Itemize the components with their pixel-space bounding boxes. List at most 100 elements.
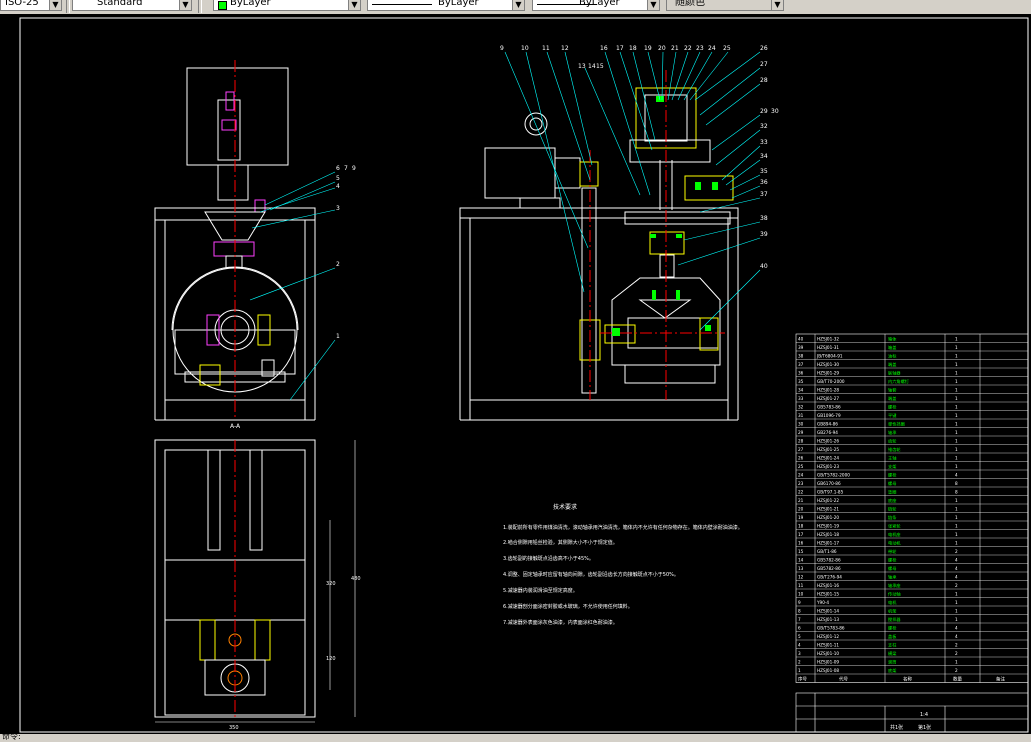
bom-cell-code: GB/T70-2000 (817, 379, 845, 384)
part-label: 23 (696, 45, 704, 52)
bom-cell-no: 14 (798, 558, 804, 563)
bom-cell-no: 32 (798, 405, 804, 410)
part-label: 29 (760, 108, 768, 115)
title-sheets: 共1张 (890, 724, 903, 731)
part-label: 22 (684, 45, 692, 52)
bom-cell-name: 弹性挡圈 (888, 421, 905, 428)
bom-cell-qty: 2 (955, 583, 958, 588)
part-number-labels: 9 10 11 12 13 14 15 16 17 18 19 20 21 22… (336, 45, 779, 340)
linetype-preview-icon (372, 4, 432, 5)
bom-cell-no: 24 (798, 473, 804, 478)
bom-cell-name: 端盖 (888, 361, 896, 368)
bom-cell-no: 6 (798, 626, 801, 631)
part-label: 11 (542, 45, 550, 52)
bom-cell-name: 张紧轮 (888, 523, 901, 530)
bom-cell-name: 支柱 (888, 642, 897, 649)
textstyle-value: Standard (97, 0, 143, 8)
bom-cell-code: GB894-86 (817, 422, 838, 427)
bom-cell-name: 螺栓 (888, 472, 897, 479)
bom-cell-qty: 1 (955, 617, 958, 622)
part-label: 39 (760, 231, 768, 238)
bom-cell-name: 螺栓 (888, 557, 897, 564)
chevron-down-icon[interactable]: ▼ (512, 0, 524, 10)
chevron-down-icon[interactable]: ▼ (348, 0, 360, 10)
bom-cell-code: HZSJ01-15 (817, 592, 839, 597)
bom-cell-no: 37 (798, 362, 804, 367)
plotstyle-value: 随颜色 (675, 0, 705, 8)
bom-cell-name: 垫圈 (888, 489, 896, 496)
part-label: 25 (723, 45, 731, 52)
bom-cell-qty: 2 (955, 668, 958, 673)
bom-cell-no: 28 (798, 439, 804, 444)
bom-cell-no: 21 (798, 498, 804, 503)
bom-cell-code: HZSJ01-22 (817, 498, 839, 503)
bom-cell-qty: 1 (955, 532, 958, 537)
chevron-down-icon[interactable]: ▼ (771, 0, 783, 10)
bom-cell-no: 39 (798, 345, 804, 350)
bom-cell-code: GB5783-86 (817, 405, 841, 410)
dim-width-base: 350 (229, 725, 239, 731)
bom-header-name: 名称 (903, 676, 912, 683)
color-dropdown[interactable]: ByLayer ▼ (213, 0, 361, 11)
bom-cell-no: 18 (798, 524, 804, 529)
bom-cell-code: HZSJ01-09 (817, 660, 839, 665)
bom-cell-no: 12 (798, 575, 804, 580)
bom-cell-qty: 1 (955, 354, 958, 359)
command-line[interactable]: 命令: (0, 732, 1031, 742)
bom-cell-qty: 1 (955, 396, 958, 401)
chevron-down-icon[interactable]: ▼ (647, 0, 659, 10)
bom-cell-no: 38 (798, 354, 804, 359)
bom-cell-qty: 1 (955, 422, 958, 427)
bom-cell-no: 7 (798, 617, 801, 622)
part-label: 30 (771, 108, 779, 115)
lineweight-dropdown[interactable]: ByLayer ▼ (532, 0, 660, 11)
bom-cell-no: 26 (798, 456, 804, 461)
plotstyle-dropdown[interactable]: 随颜色 ▼ (666, 0, 784, 11)
bom-cell-name: 轴承 (888, 574, 897, 581)
bom-cell-code: HZSJ01-11 (817, 643, 839, 648)
tech-req-line: 5.减速器内装润滑油至规定高度。 (503, 587, 578, 594)
bom-cell-no: 27 (798, 447, 804, 452)
chevron-down-icon[interactable]: ▼ (179, 0, 191, 10)
tech-req-title: 技术要求 (553, 503, 577, 511)
command-prompt: 命令: (2, 732, 21, 741)
bom-cell-name: 搅拌器 (888, 616, 901, 623)
bom-cell-code: HZSJ01-13 (817, 617, 839, 622)
bom-cell-qty: 1 (955, 524, 958, 529)
bom-cell-no: 23 (798, 481, 804, 486)
bom-cell-code: HZSJ01-26 (817, 439, 839, 444)
bom-cell-code: HZSJ01-30 (817, 362, 839, 367)
linetype-dropdown[interactable]: ByLayer ▼ (367, 0, 525, 11)
parts-list-table: 40 HZSJ01-32 箱体 139 HZSJ01-31 箱盖 138 JB/T6804-9… (795, 333, 1029, 683)
tech-req-line: 3.齿轮副的接触斑点沿齿高不小于45%。 (503, 555, 594, 562)
part-label: 4 (336, 183, 340, 190)
bom-cell-code: GB/T97.1-85 (817, 490, 844, 495)
chevron-down-icon[interactable]: ▼ (49, 0, 61, 10)
bom-cell-name: 螺栓 (888, 625, 897, 632)
bom-cell-code: HZSJ01-31 (817, 345, 839, 350)
part-label: 20 (658, 45, 666, 52)
part-label: 32 (760, 123, 768, 130)
bom-cell-qty: 1 (955, 371, 958, 376)
part-label: 12 (561, 45, 569, 52)
bom-cell-qty: 1 (955, 515, 958, 520)
bom-cell-name: 齿轮 (888, 438, 897, 445)
bom-cell-qty: 4 (955, 566, 958, 571)
bom-cell-name: 轴承 (888, 429, 897, 436)
bom-cell-code: HZSJ01-27 (817, 396, 839, 401)
bom-cell-name: 轴套 (888, 387, 897, 394)
part-label: 17 (616, 45, 624, 52)
bom-cell-name: 盖板 (888, 633, 897, 640)
drawing-sheet: A-A 350 320 120 480 9 10 11 12 13 14 15 … (19, 17, 1029, 733)
textstyle-dropdown[interactable]: Standard ▼ (72, 0, 192, 11)
dimstyle-dropdown[interactable]: ISO-25 ▼ (0, 0, 62, 11)
bom-cell-no: 2 (798, 660, 801, 665)
bom-cell-qty: 8 (955, 490, 958, 495)
tech-req-line: 6.减速器剖分面涂密封胶或水玻璃，不允许使用任何填料。 (503, 603, 633, 610)
drawing-canvas[interactable]: A-A 350 320 120 480 9 10 11 12 13 14 15 … (0, 14, 1031, 734)
bom-cell-qty: 1 (955, 405, 958, 410)
bom-cell-name: 电动机 (888, 540, 901, 547)
bom-cell-name: 横梁 (888, 650, 897, 657)
bom-cell-qty: 1 (955, 362, 958, 367)
bom-cell-name: 螺母 (888, 480, 896, 487)
